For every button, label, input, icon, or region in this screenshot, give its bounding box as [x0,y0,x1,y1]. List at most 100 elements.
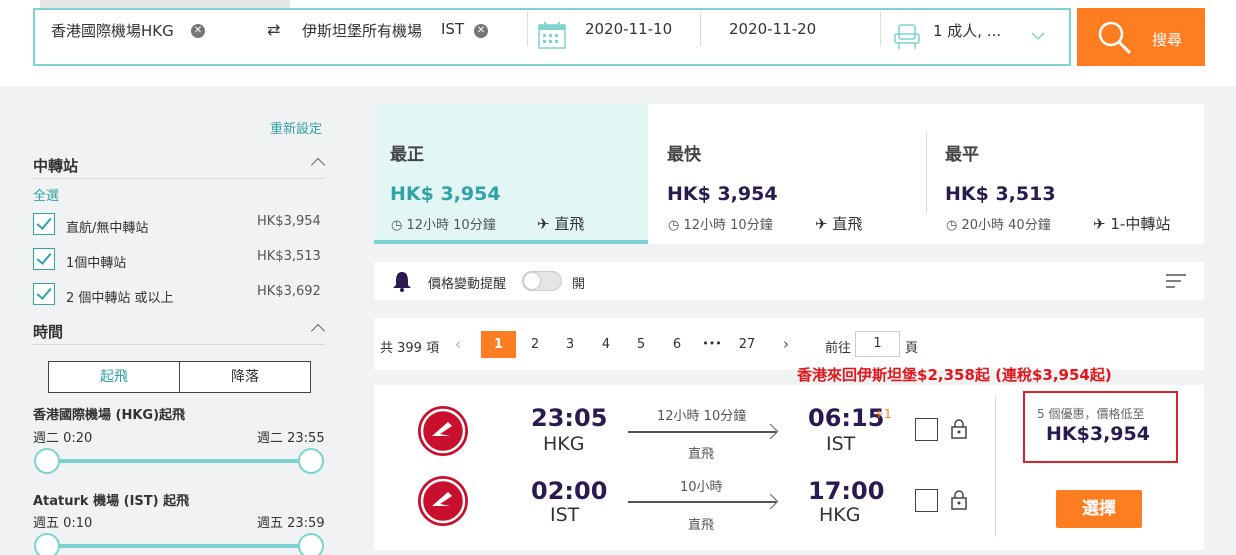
page-ellipsis[interactable]: ••• [700,337,724,350]
next-page-icon[interactable]: › [783,335,789,353]
page-2[interactable]: 2 [525,337,545,352]
origin-time-end: 週二 23:55 [257,431,325,446]
sort-cheapest-stops: 1-中轉站 [1110,215,1171,233]
goto-page-label: 前往 [825,341,852,356]
inbound-duration: 10小時 [680,480,723,495]
tab-arrival[interactable]: 降落 [179,361,311,393]
stops-one-price: HK$3,513 [257,249,321,264]
divider [33,344,325,345]
sort-fastest-price: HK$ 3,954 [667,183,778,205]
page-3[interactable]: 3 [560,337,580,352]
deals-count-label: 5 個優惠，價格低至 [1037,407,1145,421]
sort-best-title: 最正 [390,145,424,165]
lock-icon[interactable] [950,418,968,440]
stops-one-label: 1個中轉站 [66,256,127,271]
tab-strip [40,0,290,8]
origin-time-slider-min-handle[interactable] [34,448,60,474]
search-button-label: 搜尋 [1152,31,1183,49]
airline-logo [418,476,468,526]
tab-departure[interactable]: 起飛 [48,361,180,393]
price-alert-label: 價格變動提醒 [428,277,507,292]
sort-best-stops: 直飛 [554,215,585,233]
select-all-stops-link[interactable]: 全選 [33,185,59,204]
goto-page-suffix: 頁 [905,341,919,356]
destination-code: IST [441,20,465,38]
sort-fastest-title: 最快 [667,145,701,165]
search-button[interactable]: 搜尋 [1077,8,1205,66]
bell-icon [393,272,411,292]
time-section-title: 時間 [33,323,64,341]
inbound-arrive-time: 17:00 [808,477,885,505]
origin-field[interactable]: 香港國際機場HKG [51,20,174,41]
clear-destination-icon[interactable]: ✕ [474,24,488,38]
price-alert-state: 開 [572,277,586,292]
chevron-down-icon[interactable] [1031,32,1045,41]
clock-icon: ◷ [946,218,958,233]
origin-time-start: 週二 0:20 [33,431,93,446]
dest-time-slider-min-handle[interactable] [34,533,60,555]
inbound-compare-checkbox[interactable] [915,489,938,512]
outbound-compare-checkbox[interactable] [915,418,938,441]
dest-time-start: 週五 0:10 [33,516,93,531]
plane-icon: ✈ [1093,215,1106,233]
origin-time-slider-track [47,459,312,463]
origin-time-slider-max-handle[interactable] [298,448,324,474]
page-4[interactable]: 4 [596,337,616,352]
page-6[interactable]: 6 [667,337,687,352]
divider [33,178,325,179]
seat-icon [894,24,920,49]
select-flight-button[interactable]: 選擇 [1056,490,1142,528]
divider [527,12,528,46]
calendar-icon[interactable] [537,20,567,50]
outbound-arrive-code: IST [826,433,856,455]
stops-one-checkbox[interactable] [33,248,55,270]
price-alert-toggle[interactable] [522,271,562,291]
stops-two-plus-label: 2 個中轉站 或以上 [66,291,174,306]
return-date-field[interactable]: 2020-11-20 [729,20,816,38]
page-5[interactable]: 5 [631,337,651,352]
results-total: 共 399 項 [380,341,440,356]
dest-time-end: 週五 23:59 [257,516,325,531]
swap-icon[interactable]: ⇄ [267,20,280,39]
page-1-current[interactable]: 1 [481,331,516,358]
stops-section-title: 中轉站 [33,157,79,175]
divider [700,12,701,46]
dest-time-label: Ataturk 機場 (IST) 起飛 [33,494,190,509]
stops-nonstop-price: HK$3,954 [257,214,321,229]
lock-icon[interactable] [950,489,968,511]
sort-fastest-duration: 12小時 10分鐘 [683,218,773,233]
outbound-depart-time: 23:05 [531,404,608,432]
sort-cheapest-title: 最平 [945,145,979,165]
outbound-route-arrow [628,431,776,433]
stops-nonstop-checkbox[interactable] [33,213,55,235]
prev-page-icon[interactable]: ‹ [455,335,461,353]
page-27[interactable]: 27 [737,337,757,352]
destination-field[interactable]: 伊斯坦堡所有機場 [302,20,422,41]
sort-menu-icon[interactable] [1166,274,1186,288]
dest-time-slider-max-handle[interactable] [298,533,324,555]
clear-origin-icon[interactable]: ✕ [191,24,205,38]
outbound-day-offset: +1 [874,407,892,421]
goto-page-input[interactable]: 1 [855,331,900,357]
search-icon [1098,21,1132,55]
stops-two-plus-checkbox[interactable] [33,283,55,305]
collapse-time-icon[interactable] [310,323,326,339]
reset-filters-link[interactable]: 重新設定 [270,118,322,137]
stops-two-plus-price: HK$3,692 [257,284,321,299]
passenger-selector[interactable]: 1 成人, ... [933,20,1001,41]
sort-best-price: HK$ 3,954 [390,183,501,205]
outbound-type: 直飛 [688,447,715,462]
depart-date-field[interactable]: 2020-11-10 [585,20,672,38]
origin-time-label: 香港國際機場 (HKG)起飛 [33,408,186,423]
plane-icon: ✈ [815,215,828,233]
inbound-arrive-code: HKG [819,504,861,526]
divider [880,12,881,46]
collapse-stops-icon[interactable] [310,157,326,173]
inbound-type: 直飛 [688,518,715,533]
divider [995,395,996,537]
inbound-depart-time: 02:00 [531,477,608,505]
plane-icon: ✈ [537,215,550,233]
inbound-route-arrow [628,501,776,503]
clock-icon: ◷ [668,218,680,233]
outbound-depart-code: HKG [543,433,585,455]
